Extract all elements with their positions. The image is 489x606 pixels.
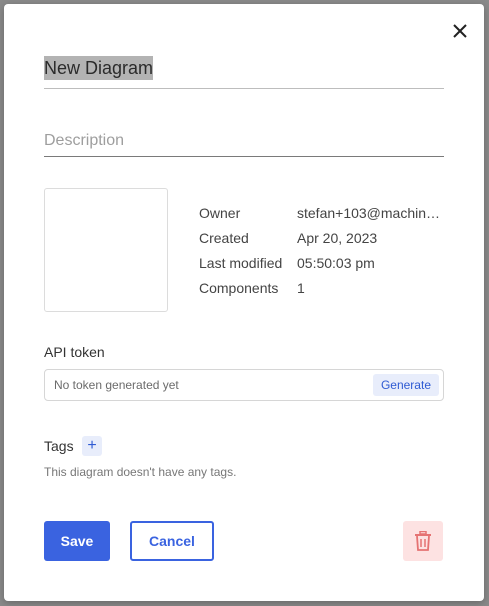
diagram-metadata: Owner stefan+103@machinations.io Created…: [199, 205, 449, 305]
api-token-field[interactable]: No token generated yet Generate: [44, 369, 444, 401]
metadata-value: stefan+103@machinations.io: [297, 205, 445, 221]
diagram-settings-dialog: New Diagram Description Owner stefan+103…: [4, 4, 484, 601]
diagram-thumbnail: [44, 188, 168, 312]
diagram-title-field[interactable]: New Diagram: [44, 56, 444, 89]
close-button[interactable]: [449, 20, 471, 42]
cancel-button[interactable]: Cancel: [130, 521, 214, 561]
metadata-row-components: Components 1: [199, 280, 449, 305]
metadata-label: Owner: [199, 205, 241, 221]
close-icon: [453, 24, 467, 38]
trash-icon: [415, 531, 431, 551]
tags-label: Tags: [44, 438, 74, 454]
metadata-value: 05:50:03 pm: [297, 255, 375, 271]
metadata-value: 1: [297, 280, 305, 296]
description-placeholder: Description: [44, 132, 125, 149]
api-token-placeholder: No token generated yet: [54, 378, 179, 392]
metadata-row-owner: Owner stefan+103@machinations.io: [199, 205, 449, 230]
add-tag-button[interactable]: +: [82, 436, 102, 456]
metadata-value: Apr 20, 2023: [297, 230, 378, 246]
metadata-label: Created: [199, 230, 249, 246]
api-token-label: API token: [44, 344, 105, 360]
tags-empty-message: This diagram doesn't have any tags.: [44, 465, 237, 479]
metadata-label: Last modified: [199, 255, 283, 271]
metadata-label: Components: [199, 280, 279, 296]
save-button[interactable]: Save: [44, 521, 110, 561]
description-field[interactable]: Description: [44, 128, 444, 157]
metadata-row-last-modified: Last modified 05:50:03 pm: [199, 255, 449, 280]
diagram-title-value[interactable]: New Diagram: [44, 56, 154, 80]
plus-icon: +: [87, 437, 97, 454]
generate-token-button[interactable]: Generate: [372, 374, 439, 396]
metadata-row-created: Created Apr 20, 2023: [199, 230, 449, 255]
delete-button[interactable]: [403, 521, 443, 561]
